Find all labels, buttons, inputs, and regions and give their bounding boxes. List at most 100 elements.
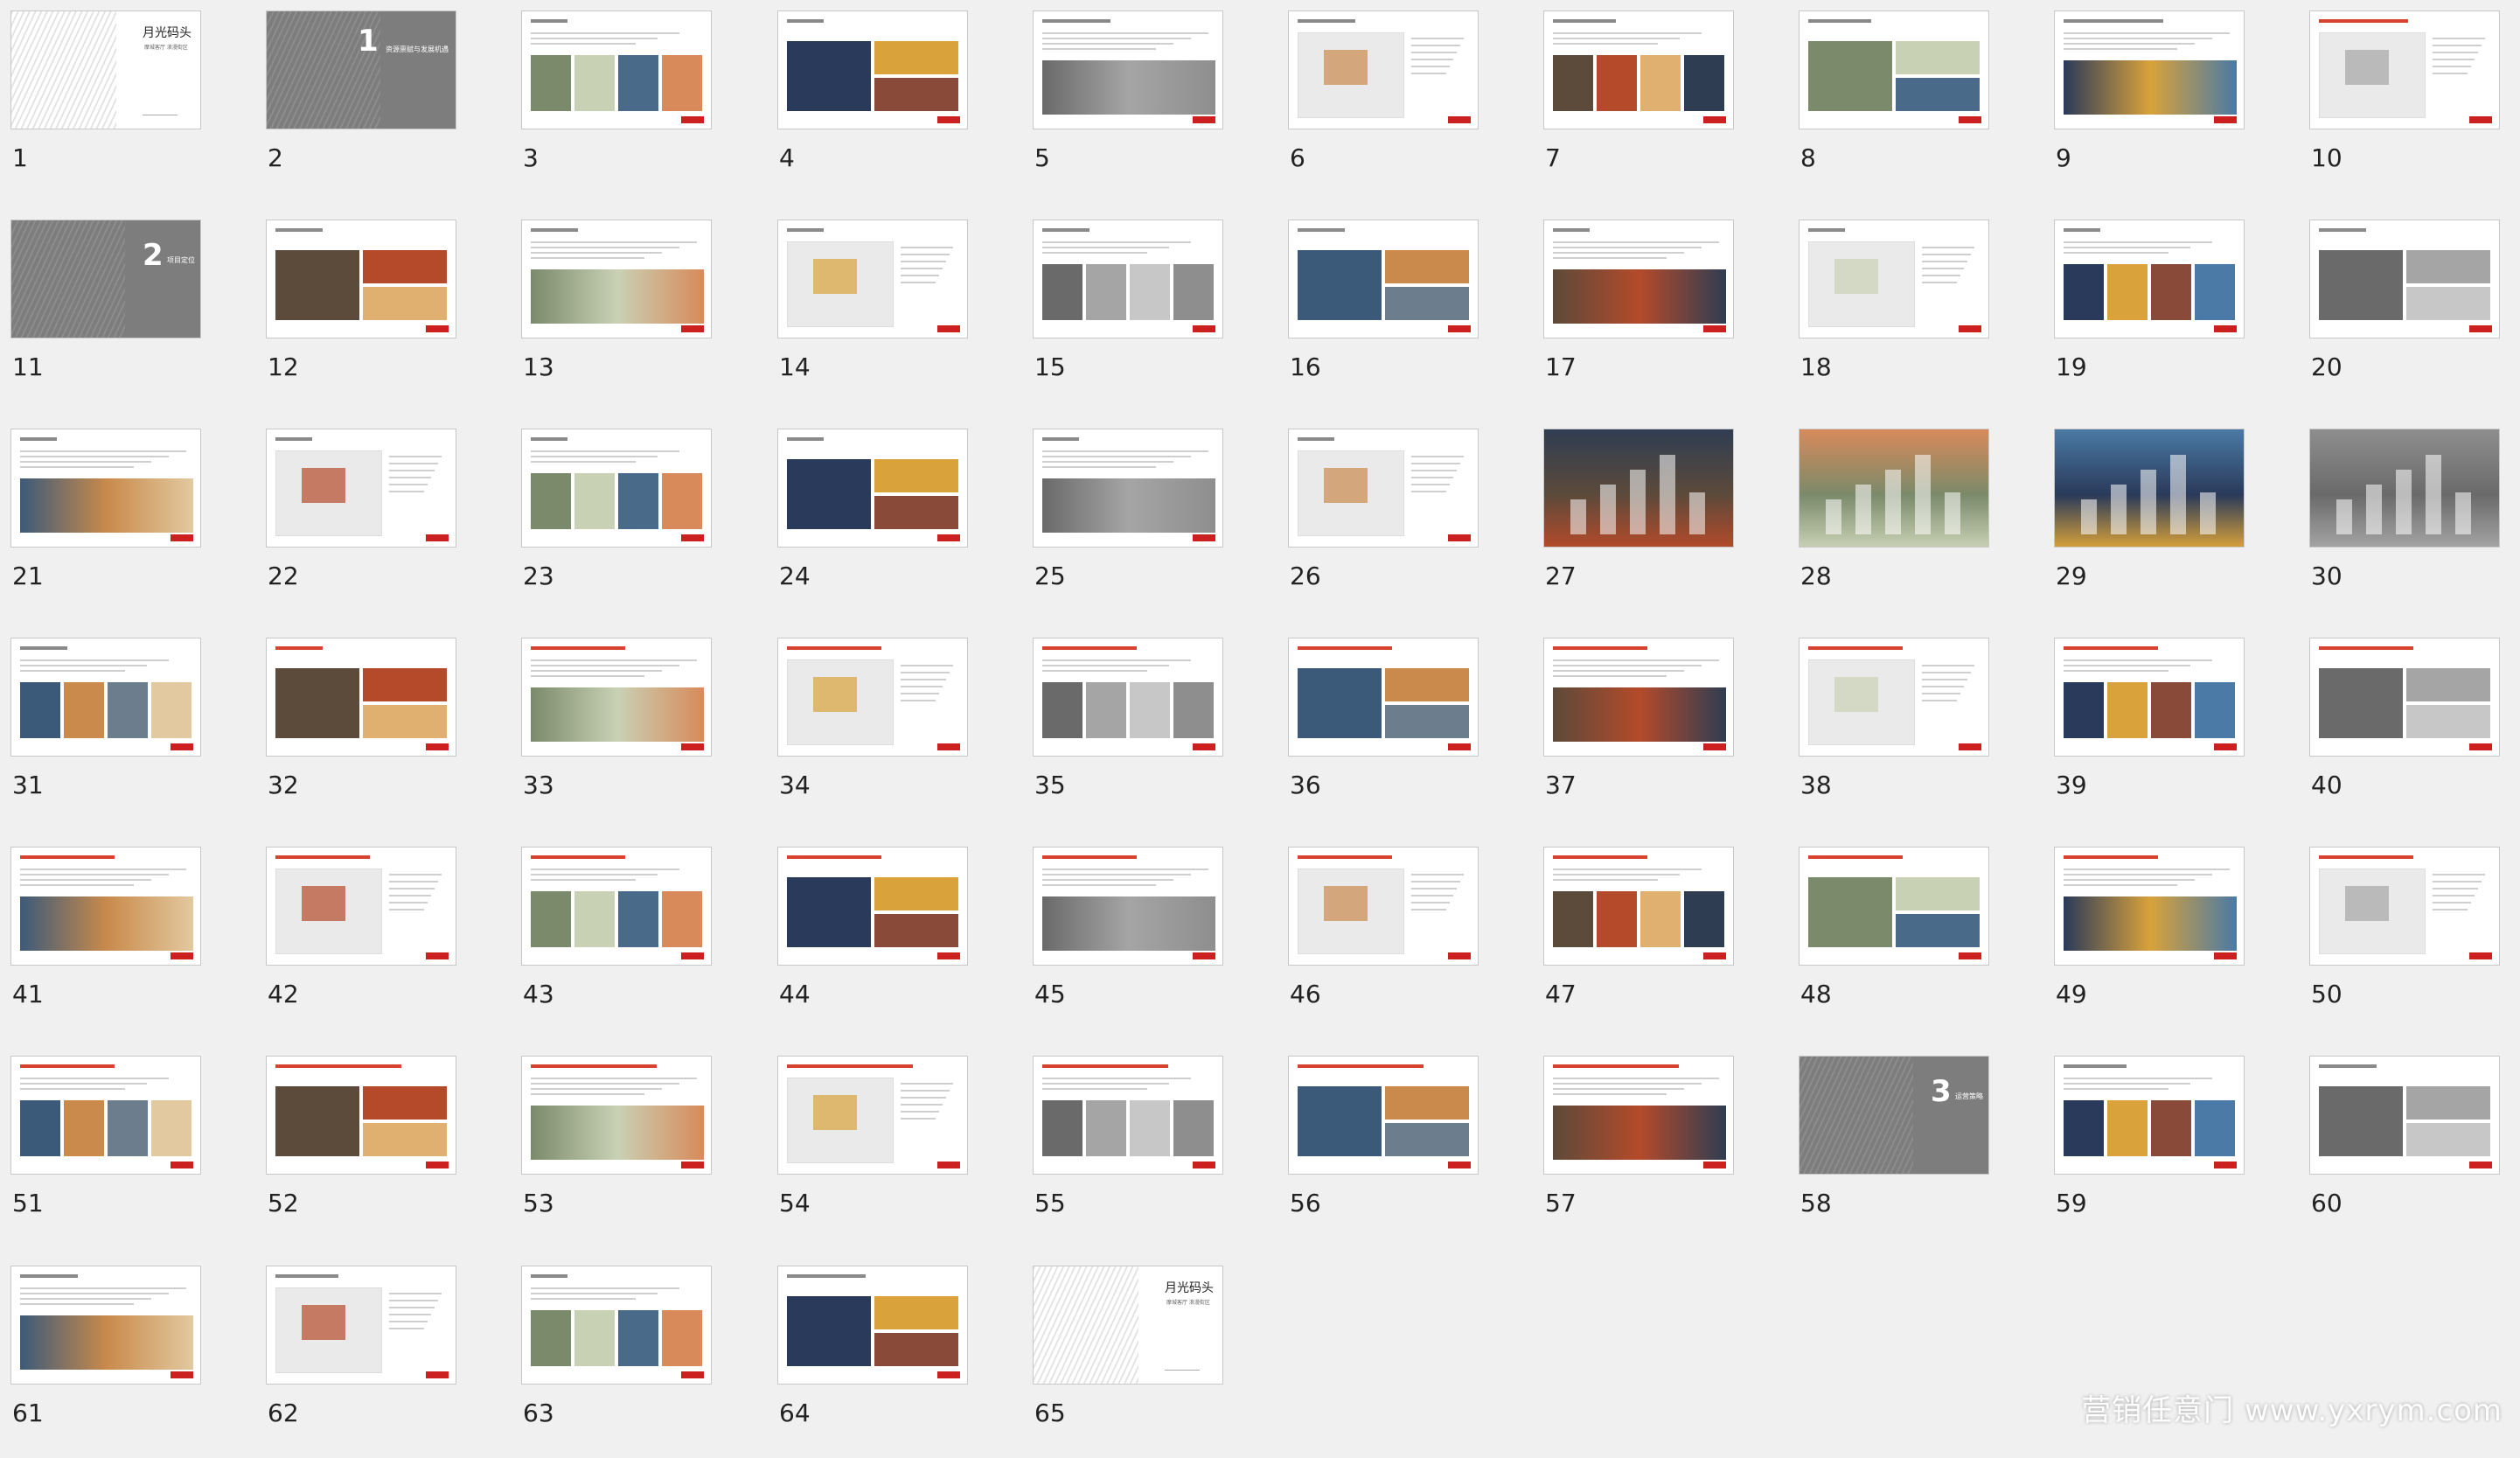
slide-thumbnail[interactable] [1799, 847, 1989, 966]
slide-thumbnail-item[interactable]: 40 [2309, 638, 2503, 830]
slide-thumbnail[interactable] [2054, 1056, 2245, 1175]
slide-thumbnail-item[interactable]: 44 [777, 847, 971, 1039]
slide-thumbnail[interactable] [266, 638, 456, 757]
slide-thumbnail[interactable] [1033, 847, 1223, 966]
slide-thumbnail[interactable] [521, 1266, 712, 1385]
slide-thumbnail-item[interactable]: 63 [521, 1266, 715, 1458]
slide-thumbnail-item[interactable]: 3 运营策略 58 [1799, 1056, 1993, 1248]
slide-thumbnail-item[interactable]: 46 [1288, 847, 1482, 1039]
slide-thumbnail[interactable] [2309, 1056, 2500, 1175]
slide-thumbnail-item[interactable]: 24 [777, 429, 971, 621]
slide-thumbnail-item[interactable]: 33 [521, 638, 715, 830]
slide-thumbnail[interactable] [777, 10, 968, 129]
slide-thumbnail[interactable] [2309, 429, 2500, 548]
slide-thumbnail[interactable] [2309, 847, 2500, 966]
slide-thumbnail-item[interactable]: 38 [1799, 638, 1993, 830]
slide-thumbnail-item[interactable]: 35 [1033, 638, 1227, 830]
slide-thumbnail-item[interactable]: 7 [1543, 10, 1737, 203]
slide-thumbnail[interactable] [1033, 1056, 1223, 1175]
slide-thumbnail[interactable] [1288, 638, 1479, 757]
slide-thumbnail-item[interactable]: 49 [2054, 847, 2248, 1039]
slide-thumbnail-item[interactable]: 2 项目定位 11 [10, 220, 205, 412]
slide-thumbnail-item[interactable]: 月光码头 摩城客厅 浪漫街区 65 [1033, 1266, 1227, 1458]
slide-thumbnail[interactable] [2054, 220, 2245, 338]
slide-thumbnail[interactable] [266, 1056, 456, 1175]
slide-thumbnail-item[interactable]: 47 [1543, 847, 1737, 1039]
slide-thumbnail-item[interactable]: 62 [266, 1266, 460, 1458]
slide-thumbnail-item[interactable]: 17 [1543, 220, 1737, 412]
slide-thumbnail-item[interactable]: 月光码头 摩城客厅 浪漫街区 1 [10, 10, 205, 203]
slide-thumbnail[interactable] [1288, 220, 1479, 338]
slide-thumbnail[interactable] [2309, 638, 2500, 757]
slide-thumbnail-item[interactable]: 43 [521, 847, 715, 1039]
slide-thumbnail[interactable] [266, 1266, 456, 1385]
slide-thumbnail-item[interactable]: 27 [1543, 429, 1737, 621]
slide-thumbnail[interactable] [2054, 429, 2245, 548]
slide-thumbnail[interactable] [2309, 10, 2500, 129]
slide-thumbnail-item[interactable]: 54 [777, 1056, 971, 1248]
slide-thumbnail[interactable] [521, 10, 712, 129]
slide-thumbnail-item[interactable]: 61 [10, 1266, 205, 1458]
slide-thumbnail-item[interactable]: 30 [2309, 429, 2503, 621]
slide-thumbnail[interactable] [10, 638, 201, 757]
slide-thumbnail[interactable] [1288, 847, 1479, 966]
slide-thumbnail-item[interactable]: 51 [10, 1056, 205, 1248]
slide-thumbnail[interactable]: 月光码头 摩城客厅 浪漫街区 [10, 10, 201, 129]
slide-thumbnail-item[interactable]: 18 [1799, 220, 1993, 412]
slide-thumbnail-item[interactable]: 19 [2054, 220, 2248, 412]
slide-thumbnail-item[interactable]: 39 [2054, 638, 2248, 830]
slide-thumbnail[interactable] [1799, 10, 1989, 129]
slide-thumbnail[interactable] [10, 1056, 201, 1175]
slide-thumbnail[interactable] [2054, 638, 2245, 757]
slide-thumbnail[interactable] [1288, 10, 1479, 129]
slide-thumbnail[interactable] [266, 847, 456, 966]
slide-thumbnail-item[interactable]: 23 [521, 429, 715, 621]
slide-thumbnail[interactable] [1543, 10, 1734, 129]
slide-thumbnail-item[interactable]: 64 [777, 1266, 971, 1458]
slide-thumbnail[interactable] [1288, 1056, 1479, 1175]
slide-thumbnail-item[interactable]: 48 [1799, 847, 1993, 1039]
slide-thumbnail[interactable] [1543, 847, 1734, 966]
slide-thumbnail[interactable] [777, 220, 968, 338]
slide-thumbnail[interactable] [266, 220, 456, 338]
slide-thumbnail-item[interactable]: 57 [1543, 1056, 1737, 1248]
slide-thumbnail-item[interactable]: 26 [1288, 429, 1482, 621]
slide-thumbnail-item[interactable]: 36 [1288, 638, 1482, 830]
slide-thumbnail[interactable] [777, 429, 968, 548]
slide-thumbnail-item[interactable]: 42 [266, 847, 460, 1039]
slide-thumbnail[interactable] [1799, 220, 1989, 338]
slide-thumbnail[interactable] [1543, 429, 1734, 548]
slide-thumbnail[interactable] [521, 847, 712, 966]
slide-thumbnail-item[interactable]: 59 [2054, 1056, 2248, 1248]
slide-thumbnail-item[interactable]: 6 [1288, 10, 1482, 203]
slide-thumbnail[interactable] [1033, 220, 1223, 338]
slide-thumbnail-item[interactable]: 16 [1288, 220, 1482, 412]
slide-thumbnail[interactable] [1033, 429, 1223, 548]
slide-thumbnail-item[interactable]: 9 [2054, 10, 2248, 203]
slide-thumbnail[interactable] [777, 847, 968, 966]
slide-thumbnail[interactable] [1543, 638, 1734, 757]
slide-thumbnail-item[interactable]: 3 [521, 10, 715, 203]
slide-thumbnail-item[interactable]: 20 [2309, 220, 2503, 412]
slide-thumbnail[interactable] [1543, 220, 1734, 338]
slide-thumbnail-item[interactable]: 52 [266, 1056, 460, 1248]
slide-thumbnail-item[interactable]: 60 [2309, 1056, 2503, 1248]
slide-thumbnail-item[interactable]: 28 [1799, 429, 1993, 621]
slide-thumbnail-item[interactable]: 53 [521, 1056, 715, 1248]
slide-thumbnail-item[interactable]: 14 [777, 220, 971, 412]
slide-thumbnail-item[interactable]: 41 [10, 847, 205, 1039]
slide-thumbnail-item[interactable]: 56 [1288, 1056, 1482, 1248]
slide-thumbnail[interactable] [521, 220, 712, 338]
slide-thumbnail-item[interactable]: 4 [777, 10, 971, 203]
slide-thumbnail[interactable]: 3 运营策略 [1799, 1056, 1989, 1175]
slide-thumbnail[interactable] [266, 429, 456, 548]
slide-thumbnail-item[interactable]: 5 [1033, 10, 1227, 203]
slide-thumbnail-item[interactable]: 55 [1033, 1056, 1227, 1248]
slide-thumbnail[interactable] [10, 847, 201, 966]
slide-thumbnail[interactable] [521, 429, 712, 548]
slide-thumbnail-item[interactable]: 37 [1543, 638, 1737, 830]
slide-thumbnail[interactable] [1543, 1056, 1734, 1175]
slide-thumbnail[interactable] [777, 1266, 968, 1385]
slide-thumbnail[interactable] [1288, 429, 1479, 548]
slide-thumbnail-item[interactable]: 50 [2309, 847, 2503, 1039]
